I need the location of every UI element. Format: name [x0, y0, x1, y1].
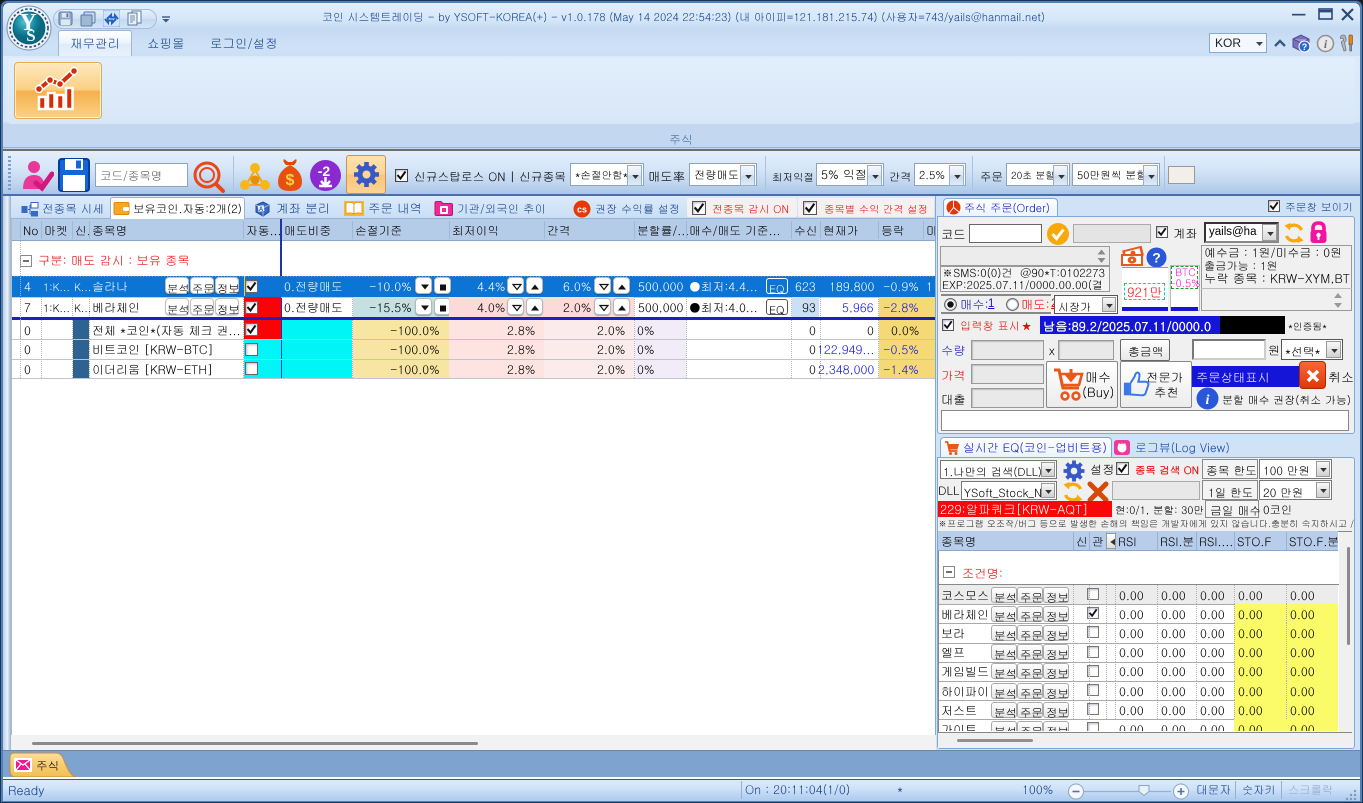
- svg-text:$: $: [286, 172, 295, 189]
- svg-text:?: ?: [1302, 42, 1308, 52]
- svg-text:-2: -2: [318, 163, 331, 179]
- svg-text:S: S: [26, 26, 35, 45]
- svg-text:?: ?: [1152, 250, 1161, 266]
- svg-text:i: i: [1206, 393, 1210, 408]
- svg-text:A: A: [259, 207, 264, 213]
- svg-text:cs: cs: [577, 205, 587, 215]
